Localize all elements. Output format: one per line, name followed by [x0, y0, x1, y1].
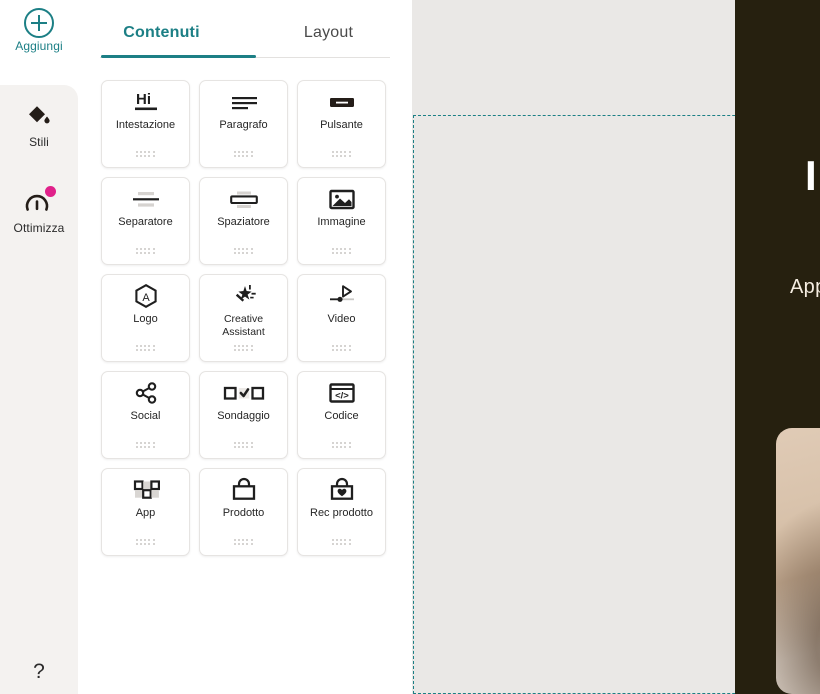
email-preview-pane[interactable]: Il App [735, 0, 820, 694]
block-card-creative-assistant[interactable]: Creative Assistant [199, 274, 288, 362]
rail-item-label: Ottimizza [13, 221, 65, 235]
tab-contenuti[interactable]: Contenuti [78, 24, 245, 55]
add-button[interactable]: Aggiungi [0, 8, 78, 53]
preview-heading: Il [805, 152, 820, 199]
block-card-label: Creative Assistant [222, 313, 265, 338]
block-card-app[interactable]: App [101, 468, 190, 556]
block-card-label: Social [130, 410, 161, 422]
gauge-icon [24, 186, 56, 215]
paint-drop-icon [24, 103, 54, 129]
rail-panel: Stili Ottimizza [0, 85, 78, 694]
block-card-codice[interactable]: </> Codice [297, 371, 386, 459]
rail-item-label: Stili [29, 135, 49, 149]
block-card-sondaggio[interactable]: Sondaggio [199, 371, 288, 459]
block-card-spaziatore[interactable]: Spaziatore [199, 177, 288, 265]
block-card-logo[interactable]: A Logo [101, 274, 190, 362]
block-card-label: Separatore [118, 216, 173, 228]
help-question-icon: ? [33, 660, 45, 683]
image-icon [298, 178, 385, 216]
ottimizza-notification-badge [45, 186, 56, 197]
rail-item-stili[interactable]: Stili [0, 85, 78, 149]
add-button-label: Aggiungi [15, 39, 63, 53]
drag-dots-icon[interactable] [135, 442, 156, 449]
plus-circle-icon [24, 8, 54, 38]
block-card-social[interactable]: Social [101, 371, 190, 459]
block-card-immagine[interactable]: Immagine [297, 177, 386, 265]
block-card-label: Intestazione [115, 119, 176, 131]
block-card-separatore[interactable]: Separatore [101, 177, 190, 265]
shopping-bag-heart-icon [298, 469, 385, 507]
drag-dots-icon[interactable] [331, 539, 352, 546]
block-card-label: Sondaggio [217, 410, 270, 422]
drag-dots-icon[interactable] [233, 151, 254, 158]
paragraph-lines-icon [200, 81, 287, 119]
email-builder-app: Body Il App Contenuti Layout Hi Intesta [0, 0, 820, 694]
left-rail: Aggiungi Stili Ottimizza ? [0, 0, 78, 694]
blocks-grid: Hi Intestazione Paragrafo Pulsante Separ… [78, 58, 412, 556]
drag-dots-icon[interactable] [135, 345, 156, 352]
preview-subheading: App [790, 276, 820, 298]
block-card-label: Paragrafo [219, 119, 268, 131]
logo-hexagon-icon: A [102, 275, 189, 313]
shopping-bag-icon [200, 469, 287, 507]
tab-layout[interactable]: Layout [245, 24, 412, 55]
block-card-label: Spaziatore [217, 216, 270, 228]
active-tab-underline [101, 55, 256, 58]
drag-dots-icon[interactable] [233, 442, 254, 449]
block-card-label: Immagine [317, 216, 366, 228]
block-card-rec-prodotto[interactable]: Rec prodotto [297, 468, 386, 556]
drag-dots-icon[interactable] [331, 442, 352, 449]
drag-dots-icon[interactable] [331, 151, 352, 158]
code-brackets-icon: </> [298, 372, 385, 410]
block-card-label: Codice [324, 410, 359, 422]
svg-text:</>: </> [335, 390, 349, 401]
block-card-pulsante[interactable]: Pulsante [297, 80, 386, 168]
block-card-label: Pulsante [320, 119, 363, 131]
drag-dots-icon[interactable] [233, 345, 254, 352]
panel-tabs: Contenuti Layout [78, 0, 412, 58]
block-card-label: Prodotto [222, 507, 265, 519]
magic-wand-icon [200, 275, 287, 313]
drag-dots-icon[interactable] [233, 539, 254, 546]
svg-text:Hi: Hi [136, 91, 151, 108]
drag-dots-icon[interactable] [233, 248, 254, 255]
drag-dots-icon[interactable] [135, 248, 156, 255]
spacer-icon [200, 178, 287, 216]
drag-dots-icon[interactable] [331, 248, 352, 255]
block-card-label: Logo [133, 313, 158, 325]
block-card-paragrafo[interactable]: Paragrafo [199, 80, 288, 168]
svg-text:A: A [142, 292, 150, 304]
block-card-prodotto[interactable]: Prodotto [199, 468, 288, 556]
drag-dots-icon[interactable] [135, 151, 156, 158]
survey-checkbox-icon [200, 372, 287, 410]
block-card-label: App [135, 507, 156, 519]
block-card-intestazione[interactable]: Hi Intestazione [101, 80, 190, 168]
drag-dots-icon[interactable] [135, 539, 156, 546]
help-button[interactable]: ? [0, 660, 78, 684]
rail-item-ottimizza[interactable]: Ottimizza [0, 149, 78, 235]
block-card-label: Video [327, 313, 356, 325]
drag-dots-icon[interactable] [331, 345, 352, 352]
block-card-label: Rec prodotto [310, 507, 373, 519]
button-icon [298, 81, 385, 119]
preview-hero-photo [776, 428, 820, 694]
apps-grid-icon [102, 469, 189, 507]
divider-icon [102, 178, 189, 216]
share-nodes-icon [102, 372, 189, 410]
video-play-icon [298, 275, 385, 313]
heading-hi-icon: Hi [102, 81, 189, 119]
blocks-panel: Contenuti Layout Hi Intestazione Paragra… [78, 0, 412, 694]
block-card-video[interactable]: Video [297, 274, 386, 362]
